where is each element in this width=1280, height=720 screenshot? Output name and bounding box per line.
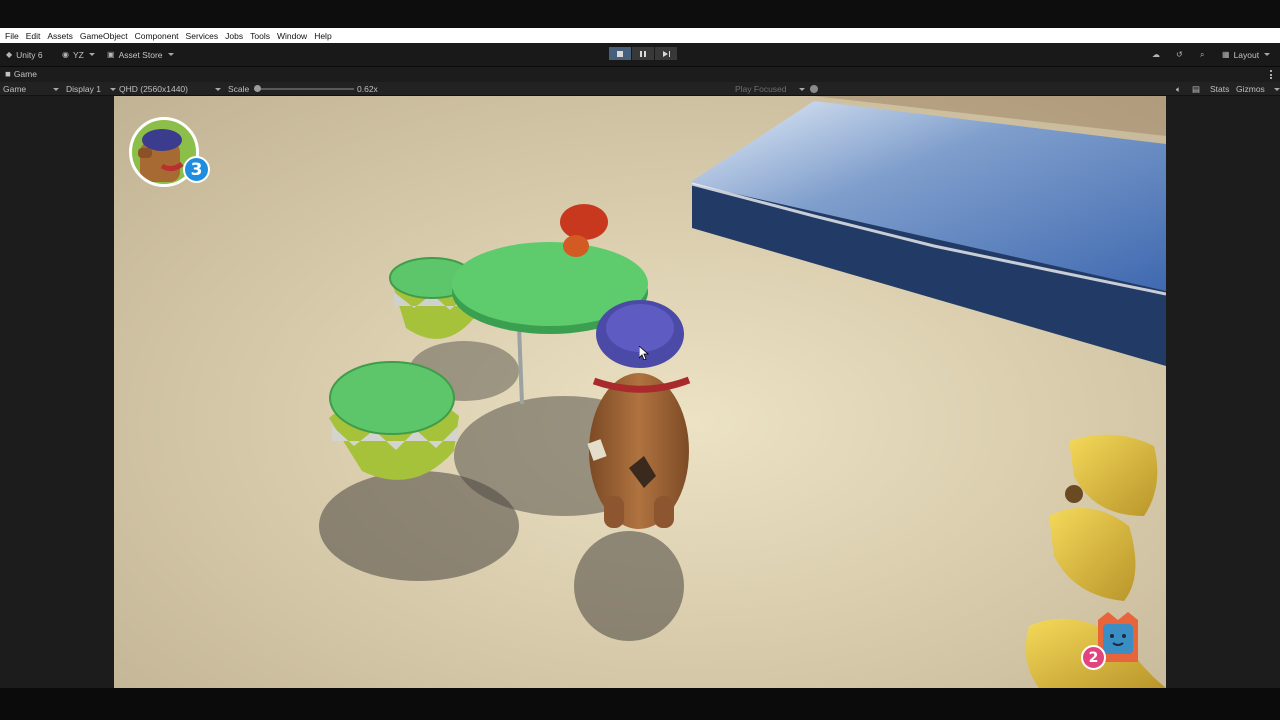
speaker-icon: 🔈︎ bbox=[1176, 83, 1182, 94]
character-shadow bbox=[574, 531, 684, 641]
game-tab-strip: ◼ Game bbox=[0, 66, 1280, 82]
front-stool-top bbox=[329, 361, 455, 435]
game-viewport[interactable] bbox=[114, 96, 1166, 688]
chevron-down-icon bbox=[53, 87, 59, 91]
app-label: Unity 6 bbox=[16, 49, 43, 60]
asset-store-dropdown[interactable]: ▣ Asset Store bbox=[107, 48, 174, 61]
pause-button[interactable] bbox=[632, 47, 654, 60]
search-icon: ⌕ bbox=[1200, 49, 1205, 59]
bottom-bar bbox=[0, 688, 1280, 720]
mouse-cursor-icon bbox=[639, 346, 649, 360]
unity-logo-icon: ◆ bbox=[6, 50, 13, 59]
game-scene bbox=[114, 96, 1166, 688]
menu-services[interactable]: Services bbox=[186, 31, 219, 41]
chevron-down-icon bbox=[1264, 53, 1271, 56]
menu-assets[interactable]: Assets bbox=[47, 31, 73, 41]
account-dropdown[interactable]: ◉ YZ bbox=[62, 48, 95, 61]
menu-component[interactable]: Component bbox=[135, 31, 179, 41]
chevron-down-icon bbox=[799, 87, 805, 91]
resolution-select[interactable]: QHD (2560x1440) bbox=[119, 83, 221, 95]
display-select-value: Display 1 bbox=[66, 84, 101, 94]
chevron-down-icon bbox=[110, 87, 116, 91]
layout-label: Layout bbox=[1233, 49, 1260, 60]
chevron-down-icon bbox=[88, 53, 95, 56]
layout-dropdown[interactable]: ▦ Layout bbox=[1222, 48, 1271, 61]
gamepad-icon: ◼ bbox=[5, 71, 11, 78]
layout-grid-icon: ▦ bbox=[1222, 50, 1230, 59]
menu-help[interactable]: Help bbox=[314, 31, 331, 41]
gizmos-button[interactable]: Gizmos bbox=[1236, 83, 1265, 95]
account-label: YZ bbox=[72, 49, 84, 60]
bug-icon bbox=[810, 85, 818, 93]
companion-count-badge: 2 bbox=[1081, 645, 1106, 670]
player-level-badge: 3 bbox=[183, 156, 210, 183]
view-select-value: Game bbox=[3, 84, 27, 94]
history-icon: ↺ bbox=[1176, 50, 1183, 59]
chevron-down-icon bbox=[167, 53, 174, 56]
stop-square-icon bbox=[617, 50, 623, 57]
resolution-select-value: QHD (2560x1440) bbox=[119, 84, 188, 94]
pause-icon bbox=[640, 50, 646, 57]
stats-button[interactable]: Stats bbox=[1210, 83, 1229, 95]
step-forward-icon bbox=[662, 50, 670, 57]
cloud-icon: ☁ bbox=[1152, 50, 1160, 59]
shopping-bag-icon: ▣ bbox=[107, 50, 115, 59]
view-select[interactable]: Game bbox=[3, 83, 59, 95]
game-view-toolbar: Game Display 1 QHD (2560x1440) Scale 0.6… bbox=[0, 82, 1280, 96]
play-mode-value: Play Focused bbox=[735, 84, 787, 94]
scale-slider-handle[interactable] bbox=[254, 85, 261, 92]
unity-version-button[interactable]: ◆ Unity 6 bbox=[6, 48, 43, 61]
display-select[interactable]: Display 1 bbox=[66, 83, 116, 95]
scale-label: Scale bbox=[228, 84, 250, 94]
menu-file[interactable]: File bbox=[5, 31, 19, 41]
menu-gameobject[interactable]: GameObject bbox=[80, 31, 128, 41]
history-button[interactable]: ↺ bbox=[1176, 48, 1187, 61]
letterbox-left bbox=[0, 96, 114, 688]
menu-jobs[interactable]: Jobs bbox=[225, 31, 243, 41]
tab-game[interactable]: ◼ Game bbox=[5, 69, 37, 79]
menu-edit[interactable]: Edit bbox=[26, 31, 41, 41]
menu-tools[interactable]: Tools bbox=[250, 31, 270, 41]
letterbox-right bbox=[1166, 96, 1280, 688]
scale-value: 0.62x bbox=[357, 84, 378, 94]
tab-game-label: Game bbox=[13, 69, 37, 79]
menu-window[interactable]: Window bbox=[277, 31, 307, 41]
chevron-down-icon bbox=[215, 87, 221, 91]
asset-store-label: Asset Store bbox=[118, 49, 163, 60]
keyboard-icon: ▤ bbox=[1192, 83, 1201, 94]
stop-button[interactable] bbox=[609, 47, 631, 60]
gizmos-dropdown[interactable] bbox=[1270, 83, 1280, 95]
play-controls bbox=[609, 47, 678, 60]
small-fruit bbox=[563, 235, 589, 257]
mango-fruit bbox=[560, 204, 608, 240]
step-button[interactable] bbox=[655, 47, 677, 60]
cloud-button[interactable]: ☁ bbox=[1152, 48, 1164, 61]
chevron-down-icon bbox=[1274, 87, 1280, 91]
search-button[interactable]: ⌕ bbox=[1200, 48, 1208, 61]
scale-slider[interactable] bbox=[254, 85, 354, 92]
tab-menu-icon[interactable] bbox=[1270, 70, 1272, 79]
menu-bar: File Edit Assets GameObject Component Se… bbox=[0, 28, 1280, 43]
bug-report-button[interactable] bbox=[810, 83, 818, 95]
account-icon: ◉ bbox=[62, 50, 69, 59]
shortcuts-button[interactable]: ▤ bbox=[1192, 83, 1200, 95]
play-mode-select[interactable]: Play Focused bbox=[735, 83, 805, 95]
mute-audio-button[interactable]: 🔈︎ bbox=[1176, 83, 1181, 95]
